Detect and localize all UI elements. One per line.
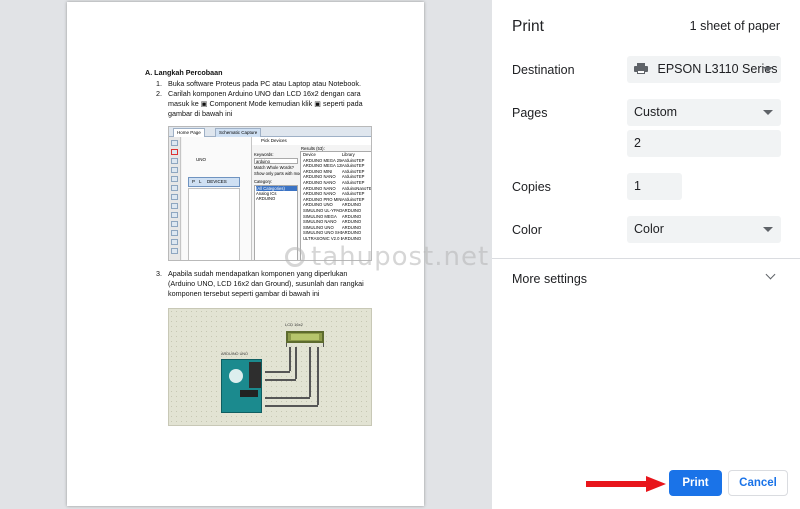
pages-label: Pages xyxy=(512,106,548,120)
microcontroller-chip xyxy=(240,390,258,397)
print-preview-area: A. Langkah Percobaan 1. Buka software Pr… xyxy=(0,0,492,509)
proteus-tab-schematic: Schematic Capture xyxy=(215,128,262,137)
sheet-count: 1 sheet of paper xyxy=(689,19,780,33)
document-content-step3: 3. Apabila sudah mendapatkan komponen ya… xyxy=(145,269,375,299)
wire xyxy=(309,347,311,397)
doc-heading: A. Langkah Percobaan xyxy=(145,68,223,77)
pin-header xyxy=(249,362,261,388)
pick-button-l: L xyxy=(199,179,202,184)
lcd-screen xyxy=(291,334,319,340)
doc-step-number: 3. xyxy=(156,269,162,278)
devices-list xyxy=(188,188,240,260)
component-mode-icon xyxy=(171,149,178,155)
caret-down-icon xyxy=(763,110,773,115)
tool-icon xyxy=(171,194,178,200)
color-value: Color xyxy=(634,222,664,236)
destination-select[interactable]: EPSON L3110 Series xyxy=(627,56,781,83)
keywords-label: Keywords: xyxy=(254,152,274,157)
doc-step: 2. Carilah komponen Arduino UNO dan LCD … xyxy=(145,89,375,119)
cancel-button[interactable]: Cancel xyxy=(728,470,788,496)
keywords-input: arduino xyxy=(254,158,298,164)
doc-step-text: Apabila sudah mendapatkan komponen yang … xyxy=(168,269,364,298)
printer-icon xyxy=(634,63,648,74)
arduino-logo-icon xyxy=(229,369,243,383)
lcd-label: LCD 16x2 xyxy=(285,322,303,327)
doc-step-number: 2. xyxy=(156,88,162,98)
table-row: ULTRASONIC V2.0 B ARDUINO xyxy=(301,235,371,242)
wire xyxy=(317,347,319,405)
category-label: Category: xyxy=(254,179,273,184)
wire xyxy=(265,379,296,381)
lcd-16x2-component xyxy=(286,331,324,343)
tool-icon xyxy=(171,239,178,245)
proteus-tab-home: Home Page xyxy=(173,128,205,137)
red-arrow-icon xyxy=(586,476,666,492)
arduino-uno-component xyxy=(221,359,262,413)
more-settings-toggle[interactable]: More settings xyxy=(512,272,587,286)
destination-label: Destination xyxy=(512,63,575,77)
tool-icon xyxy=(171,212,178,218)
doc-step: 3. Apabila sudah mendapatkan komponen ya… xyxy=(145,269,375,299)
tool-icon xyxy=(171,203,178,209)
proteus-schematic-screenshot: LCD 16x2 ARDUINO UNO xyxy=(168,308,372,426)
caret-down-icon xyxy=(763,67,773,72)
wire xyxy=(265,371,290,373)
print-button[interactable]: Print xyxy=(669,470,722,496)
chevron-down-icon[interactable] xyxy=(765,269,776,280)
doc-step-number: 1. xyxy=(156,78,162,88)
devices-label: DEVICES xyxy=(207,179,227,184)
tool-icon xyxy=(171,158,178,164)
document-content: A. Langkah Percobaan 1. Buka software Pr… xyxy=(145,68,375,119)
wire xyxy=(289,347,291,371)
uno-preview-label: UNO xyxy=(196,157,206,162)
watermark: tahupost.net xyxy=(285,242,489,272)
device-cell: ULTRASONIC V2.0 B xyxy=(303,235,342,241)
copies-label: Copies xyxy=(512,180,551,194)
custom-pages-input[interactable]: 2 xyxy=(627,130,781,157)
tool-icon xyxy=(171,248,178,254)
tool-icon xyxy=(171,167,178,173)
doc-step-text: Buka software Proteus pada PC atau Lapto… xyxy=(168,78,361,88)
doc-step-text: Carilah komponen Arduino UNO dan LCD 16x… xyxy=(168,88,363,118)
wire xyxy=(295,347,297,379)
pick-button-p: P xyxy=(192,179,196,184)
divider xyxy=(492,258,800,259)
caret-down-icon xyxy=(763,227,773,232)
tool-icon xyxy=(171,221,178,227)
tool-icon xyxy=(171,185,178,191)
watermark-logo-icon xyxy=(285,247,305,267)
tool-icon xyxy=(171,176,178,182)
color-label: Color xyxy=(512,223,542,237)
pages-value: Custom xyxy=(634,105,678,119)
doc-step: 1. Buka software Proteus pada PC atau La… xyxy=(145,79,375,89)
proteus-device-selector: UNO P L DEVICES xyxy=(182,137,252,260)
arduino-uno-label: ARDUINO UNO xyxy=(221,352,249,356)
copies-input[interactable]: 1 xyxy=(627,173,682,200)
tool-icon xyxy=(171,140,178,146)
destination-value: EPSON L3110 Series xyxy=(657,62,778,76)
proteus-pick-devices-screenshot: Home Page Schematic Capture UNO P L DEVI… xyxy=(168,126,372,261)
wire xyxy=(265,397,310,399)
color-select[interactable]: Color xyxy=(627,216,781,243)
wire xyxy=(265,405,318,407)
proteus-tabbar: Home Page Schematic Capture xyxy=(169,127,371,137)
match-words-label: Match Whole Words? xyxy=(254,165,294,170)
devices-header: P L DEVICES xyxy=(188,177,240,187)
print-settings-panel: Print 1 sheet of paper Destination EPSON… xyxy=(492,0,800,509)
proteus-toolbar xyxy=(169,137,181,260)
page-title: Print xyxy=(512,18,544,35)
library-cell: ARDUINO xyxy=(341,235,362,241)
dialog-title: Pick Devices xyxy=(252,137,371,145)
watermark-text: tahupost.net xyxy=(311,242,490,272)
category-item: ARDUINO xyxy=(256,196,276,201)
tool-icon xyxy=(171,230,178,236)
pages-select[interactable]: Custom xyxy=(627,99,781,126)
